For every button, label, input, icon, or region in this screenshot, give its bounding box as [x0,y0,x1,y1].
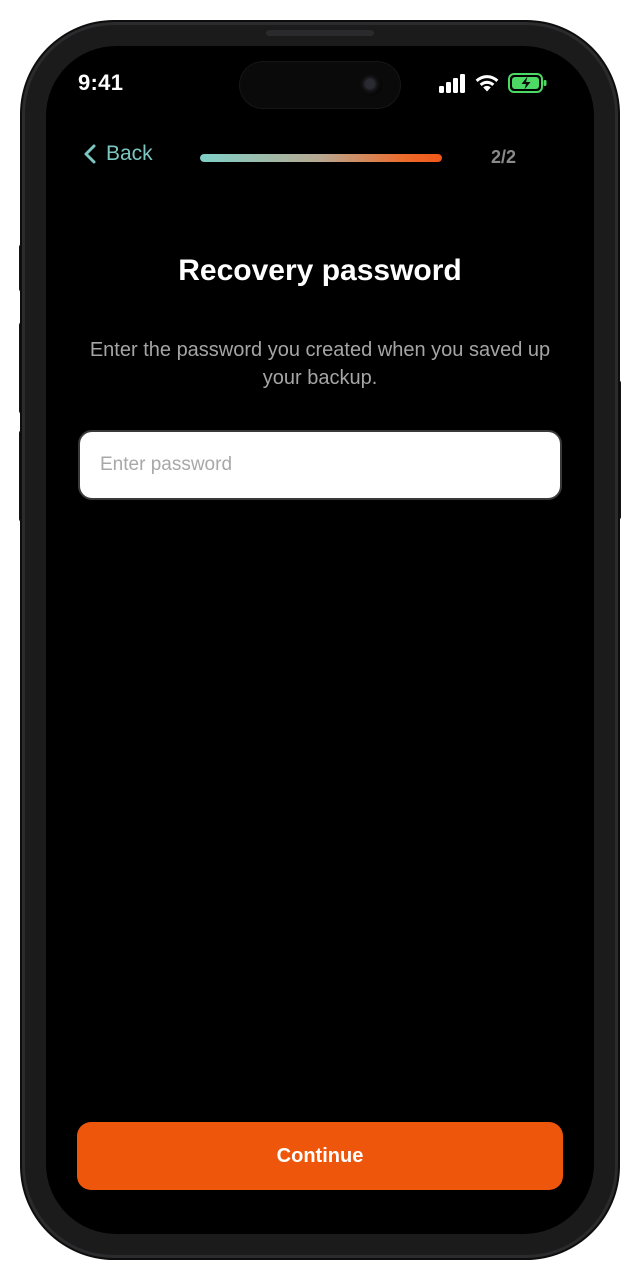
back-label: Back [106,142,153,165]
continue-button[interactable]: Continue [77,1122,563,1190]
recovery-password-input[interactable] [78,430,562,500]
step-progress-fill [200,154,442,162]
onboarding-nav: Back 2/2 [82,140,558,176]
wifi-icon [475,75,499,92]
status-time: 9:41 [78,70,124,95]
status-icons [438,72,548,94]
step-counter: 2/2 [490,147,516,167]
device-stage: 9:41 Back 2/2 Recovery password Enter th… [0,0,640,1280]
signal-icon [439,74,465,93]
dynamic-island [240,62,400,108]
battery-charging-icon [508,73,547,93]
back-button[interactable]: Back [82,142,153,166]
phone-screen [46,46,594,1234]
front-camera-icon [360,74,382,96]
page-title: Recovery password [178,254,462,287]
speaker-grille [266,30,374,36]
step-progress-bar [200,154,442,162]
chevron-left-icon [84,144,96,164]
page-subtitle: Enter the password you created when you … [89,339,551,389]
